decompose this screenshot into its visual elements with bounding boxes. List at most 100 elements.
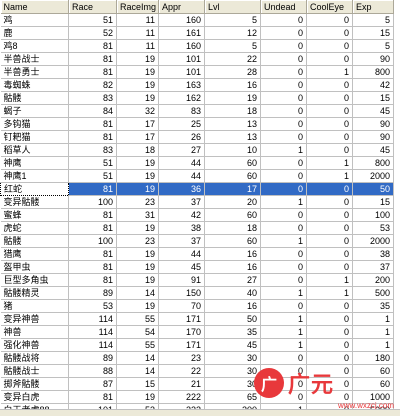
table-row[interactable]: 鸡 51 11 160 5 0 0 5 [0, 13, 394, 27]
cell-lvl[interactable]: 22 [204, 52, 261, 66]
cell-undead[interactable]: 0 [260, 52, 307, 66]
column-header-appr[interactable]: Appr [158, 0, 205, 14]
cell-raceimg[interactable]: 19 [116, 260, 159, 274]
cell-exp[interactable]: 180 [352, 351, 394, 365]
cell-cooleye[interactable]: 0 [306, 143, 353, 157]
cell-race[interactable]: 89 [68, 351, 117, 365]
cell-undead[interactable]: 0 [260, 221, 307, 235]
cell-name[interactable]: 变异骷髅 [0, 195, 69, 209]
cell-cooleye[interactable]: 0 [306, 247, 353, 261]
cell-lvl[interactable]: 16 [204, 247, 261, 261]
column-header-undead[interactable]: Undead [260, 0, 307, 14]
cell-name[interactable]: 骷髅战将 [0, 351, 69, 365]
cell-appr[interactable]: 222 [158, 390, 205, 404]
cell-exp[interactable]: 45 [352, 104, 394, 118]
cell-undead[interactable]: 0 [260, 273, 307, 287]
cell-lvl[interactable]: 60 [204, 156, 261, 170]
cell-lvl[interactable]: 35 [204, 325, 261, 339]
cell-cooleye[interactable]: 1 [306, 65, 353, 79]
cell-undead[interactable]: 0 [260, 65, 307, 79]
cell-exp[interactable]: 5 [352, 39, 394, 53]
cell-raceimg[interactable]: 19 [116, 390, 159, 404]
cell-exp[interactable]: 2000 [352, 234, 394, 248]
cell-raceimg[interactable]: 19 [116, 273, 159, 287]
cell-appr[interactable]: 27 [158, 143, 205, 157]
cell-raceimg[interactable]: 32 [116, 104, 159, 118]
cell-appr[interactable]: 44 [158, 156, 205, 170]
cell-raceimg[interactable]: 19 [116, 65, 159, 79]
cell-race[interactable]: 114 [68, 325, 117, 339]
table-row[interactable]: 猎鹰 81 19 44 16 0 0 38 [0, 247, 394, 261]
cell-lvl[interactable]: 30 [204, 351, 261, 365]
table-row[interactable]: 鸡8 81 11 160 5 0 0 5 [0, 39, 394, 53]
cell-lvl[interactable]: 10 [204, 143, 261, 157]
cell-race[interactable]: 82 [68, 78, 117, 92]
cell-name[interactable]: 强化神兽 [0, 338, 69, 352]
cell-appr[interactable]: 83 [158, 104, 205, 118]
cell-name[interactable]: 红蛇 [0, 182, 69, 196]
cell-undead[interactable]: 0 [260, 169, 307, 183]
cell-appr[interactable]: 25 [158, 117, 205, 131]
cell-appr[interactable]: 161 [158, 26, 205, 40]
cell-lvl[interactable]: 16 [204, 299, 261, 313]
table-row[interactable]: 猪 53 19 70 16 0 0 35 [0, 299, 394, 313]
cell-raceimg[interactable]: 19 [116, 91, 159, 105]
cell-cooleye[interactable]: 0 [306, 130, 353, 144]
table-row[interactable]: 蝎子 84 32 83 18 0 0 45 [0, 104, 394, 118]
cell-race[interactable]: 83 [68, 91, 117, 105]
cell-cooleye[interactable]: 0 [306, 221, 353, 235]
cell-raceimg[interactable]: 14 [116, 351, 159, 365]
cell-name[interactable]: 掷斧骷髅 [0, 377, 69, 391]
cell-lvl[interactable]: 30 [204, 377, 261, 391]
cell-exp[interactable]: 53 [352, 221, 394, 235]
cell-name[interactable]: 骷髅精灵 [0, 286, 69, 300]
cell-exp[interactable]: 90 [352, 130, 394, 144]
cell-race[interactable]: 81 [68, 117, 117, 131]
cell-cooleye[interactable]: 0 [306, 13, 353, 27]
cell-name[interactable]: 稻草人 [0, 143, 69, 157]
cell-cooleye[interactable]: 0 [306, 325, 353, 339]
cell-name[interactable]: 骷髅 [0, 91, 69, 105]
cell-lvl[interactable]: 40 [204, 286, 261, 300]
cell-race[interactable]: 114 [68, 312, 117, 326]
cell-undead[interactable]: 0 [260, 104, 307, 118]
cell-name[interactable]: 虎蛇 [0, 221, 69, 235]
cell-name[interactable]: 蜜蜂 [0, 208, 69, 222]
cell-name[interactable]: 鸡 [0, 13, 69, 27]
cell-lvl[interactable]: 5 [204, 13, 261, 27]
cell-cooleye[interactable]: 0 [306, 104, 353, 118]
table-row[interactable]: 稻草人 83 18 27 10 1 0 45 [0, 143, 394, 157]
cell-name[interactable]: 猎鹰 [0, 247, 69, 261]
cell-name[interactable]: 神兽 [0, 325, 69, 339]
cell-race[interactable]: 51 [68, 169, 117, 183]
cell-race[interactable]: 52 [68, 26, 117, 40]
table-row[interactable]: 骷髅 100 23 37 60 1 0 2000 [0, 234, 394, 248]
column-header-lvl[interactable]: Lvl [204, 0, 261, 14]
cell-race[interactable]: 81 [68, 247, 117, 261]
table-row[interactable]: 半兽战士 81 19 101 22 0 0 90 [0, 52, 394, 66]
cell-exp[interactable]: 15 [352, 195, 394, 209]
cell-race[interactable]: 89 [68, 286, 117, 300]
cell-lvl[interactable]: 19 [204, 91, 261, 105]
cell-lvl[interactable]: 20 [204, 195, 261, 209]
cell-exp[interactable]: 5 [352, 13, 394, 27]
cell-cooleye[interactable]: 0 [306, 91, 353, 105]
cell-appr[interactable]: 44 [158, 247, 205, 261]
cell-cooleye[interactable]: 0 [306, 351, 353, 365]
cell-raceimg[interactable]: 23 [116, 234, 159, 248]
table-row[interactable]: 多钩猫 81 17 25 13 0 0 90 [0, 117, 394, 131]
cell-raceimg[interactable]: 31 [116, 208, 159, 222]
table-row[interactable]: 红蛇 81 19 36 17 0 0 50 [0, 182, 394, 196]
cell-appr[interactable]: 44 [158, 169, 205, 183]
cell-undead[interactable]: 1 [260, 234, 307, 248]
cell-name[interactable]: 半兽勇士 [0, 65, 69, 79]
cell-raceimg[interactable]: 54 [116, 325, 159, 339]
cell-appr[interactable]: 23 [158, 351, 205, 365]
cell-undead[interactable]: 1 [260, 195, 307, 209]
cell-cooleye[interactable]: 0 [306, 234, 353, 248]
cell-race[interactable]: 51 [68, 156, 117, 170]
cell-appr[interactable]: 171 [158, 312, 205, 326]
cell-exp[interactable]: 15 [352, 91, 394, 105]
table-row[interactable]: 盔甲虫 81 19 45 16 0 0 37 [0, 260, 394, 274]
cell-race[interactable]: 51 [68, 13, 117, 27]
